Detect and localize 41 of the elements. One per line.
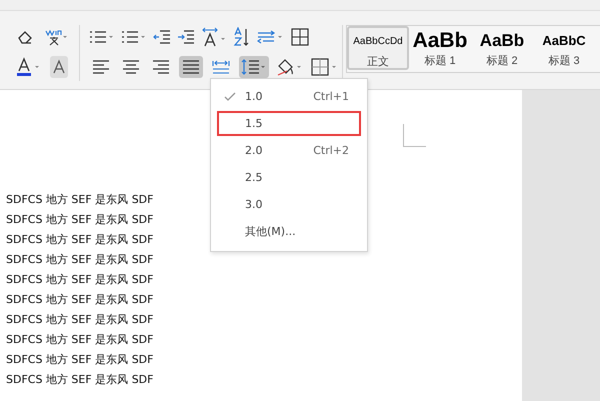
margin-corner-mark (403, 124, 426, 147)
increase-indent-icon[interactable] (177, 29, 195, 45)
menu-item[interactable]: 其他(M)... (217, 219, 361, 244)
style-preset[interactable]: AaBbCcDd 正文 (347, 26, 409, 70)
style-preset[interactable]: AaBb 标题 1 (409, 26, 471, 70)
menu-item[interactable]: 1.0 Ctrl+1 (217, 84, 361, 109)
document-text-line: SDFCS 地方 SEF 是东风 SDF (6, 272, 154, 288)
document-text-line: SDFCS 地方 SEF 是东风 SDF (6, 232, 154, 248)
swap-lines-icon[interactable] (257, 29, 285, 45)
bullet-list-icon[interactable] (89, 29, 115, 45)
style-preset[interactable]: AaBbC 标题 3 (533, 26, 595, 70)
document-text-line: SDFCS 地方 SEF 是东风 SDF (6, 312, 154, 328)
menu-item-label: 2.5 (244, 171, 264, 184)
menu-item-label: 1.0 (244, 90, 264, 103)
borders-icon[interactable] (311, 58, 339, 76)
menu-item[interactable]: 1.5 (217, 111, 361, 136)
line-spacing-button[interactable] (239, 56, 269, 78)
shortcut-text: Ctrl+2 (313, 144, 350, 157)
numbered-list-icon[interactable] (121, 29, 147, 45)
document-text-line: SDFCS 地方 SEF 是东风 SDF (6, 372, 154, 388)
menu-item-label: 2.0 (244, 144, 264, 157)
document-text-line: SDFCS 地方 SEF 是东风 SDF (6, 212, 154, 228)
alignment-button[interactable] (179, 56, 203, 78)
style-preset[interactable]: AaBb 标题 2 (471, 26, 533, 70)
menu-item-label: 其他(M)... (244, 224, 297, 239)
menu-item[interactable]: 2.0 Ctrl+2 (217, 138, 361, 163)
document-text-line: SDFCS 地方 SEF 是东风 SDF (6, 192, 154, 208)
document-text-line: SDFCS 地方 SEF 是东风 SDF (6, 352, 154, 368)
menu-item[interactable]: 3.0 (217, 192, 361, 217)
menu-item-label: 3.0 (244, 198, 264, 211)
document-text-line: SDFCS 地方 SEF 是东风 SDF (6, 292, 154, 308)
shortcut-text: Ctrl+1 (313, 90, 350, 103)
document-text-line: SDFCS 地方 SEF 是东风 SDF (6, 332, 154, 348)
character-shading-icon[interactable] (50, 56, 68, 78)
menu-item[interactable]: 2.5 (217, 165, 361, 190)
table-border-icon[interactable] (291, 28, 309, 46)
document-text-line: SDFCS 地方 SEF 是东风 SDF (6, 252, 154, 268)
sort-icon[interactable] (233, 27, 251, 47)
decrease-indent-icon[interactable] (153, 29, 171, 45)
menu-item-label: 1.5 (244, 117, 264, 130)
text-direction-icon[interactable] (201, 27, 227, 47)
